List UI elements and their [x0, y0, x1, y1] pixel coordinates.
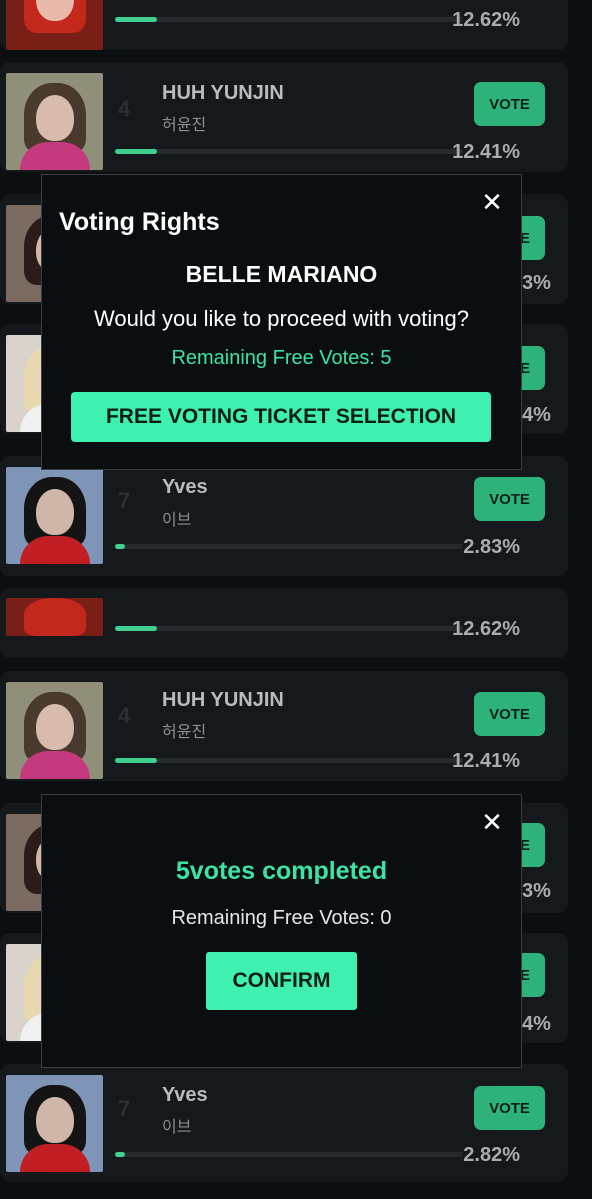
- candidate-korean-name: 허윤진: [162, 117, 207, 134]
- free-voting-ticket-button[interactable]: FREE VOTING TICKET SELECTION: [71, 392, 491, 442]
- rank-number: 7: [118, 1096, 131, 1121]
- progress-bar: [115, 1152, 463, 1157]
- vote-button[interactable]: E: [520, 953, 545, 997]
- vote-percentage: 12.41%: [452, 141, 520, 163]
- progress-bar: [115, 17, 463, 22]
- close-icon[interactable]: ✕: [481, 809, 503, 835]
- vote-complete-dialog: ✕ 5votes completed Remaining Free Votes:…: [41, 794, 522, 1068]
- progress-bar: [115, 544, 463, 549]
- ranking-card: 12.62%: [0, 0, 568, 50]
- progress-fill: [115, 17, 157, 22]
- rank-number: 4: [118, 703, 131, 728]
- rank-number: 7: [118, 488, 131, 513]
- vote-button[interactable]: VOTE: [474, 1086, 545, 1130]
- candidate-photo: [6, 598, 103, 636]
- progress-fill: [115, 626, 157, 631]
- ranking-card: 4 HUH YUNJIN 허윤진 VOTE 12.41%: [0, 671, 568, 781]
- candidate-name: BELLE MARIANO: [185, 261, 378, 287]
- vote-percentage: 12.62%: [452, 9, 520, 31]
- vote-percentage: 3%: [522, 272, 551, 294]
- candidate-name: Yves: [162, 476, 208, 498]
- vote-percentage: 2.82%: [463, 1144, 520, 1166]
- progress-bar: [115, 149, 463, 154]
- progress-bar: [115, 626, 463, 631]
- candidate-photo: [6, 1075, 103, 1172]
- dialog-title: 5votes completed: [175, 857, 388, 885]
- ranking-card: 7 Yves 이브 VOTE 2.82%: [0, 1064, 568, 1182]
- candidate-korean-name: 허윤진: [162, 724, 207, 741]
- vote-percentage: 12.62%: [452, 618, 520, 640]
- progress-fill: [115, 149, 157, 154]
- confirm-button[interactable]: CONFIRM: [206, 952, 357, 1010]
- candidate-name: Yves: [162, 1084, 208, 1106]
- vote-button[interactable]: E: [520, 216, 545, 260]
- vote-percentage: 12.41%: [452, 750, 520, 772]
- ranking-card: 7 Yves 이브 VOTE 2.83%: [0, 456, 568, 576]
- ranking-card: 12.62%: [0, 588, 568, 658]
- rank-number: 4: [118, 96, 131, 121]
- voting-rights-dialog: ✕ Voting Rights BELLE MARIANO Would you …: [41, 174, 522, 470]
- candidate-photo: [6, 0, 103, 50]
- vote-percentage: 3%: [522, 880, 551, 902]
- candidate-photo: [6, 682, 103, 779]
- vote-button[interactable]: VOTE: [474, 82, 545, 126]
- progress-fill: [115, 544, 125, 549]
- confirmation-question: Would you like to proceed with voting?: [93, 306, 470, 331]
- dialog-title: Voting Rights: [59, 208, 220, 236]
- vote-button[interactable]: VOTE: [474, 692, 545, 736]
- candidate-name: HUH YUNJIN: [162, 82, 284, 104]
- candidate-photo: [6, 467, 103, 564]
- progress-fill: [115, 758, 157, 763]
- vote-button[interactable]: E: [520, 823, 545, 867]
- remaining-votes: Remaining Free Votes: 5: [171, 347, 392, 369]
- close-icon[interactable]: ✕: [481, 189, 503, 215]
- vote-button[interactable]: E: [520, 346, 545, 390]
- ranking-card: 4 HUH YUNJIN 허윤진 VOTE 12.41%: [0, 62, 568, 172]
- progress-bar: [115, 758, 463, 763]
- vote-percentage: 4%: [522, 404, 551, 426]
- candidate-photo: [6, 73, 103, 170]
- vote-percentage: 4%: [522, 1013, 551, 1035]
- candidate-name: HUH YUNJIN: [162, 689, 284, 711]
- progress-fill: [115, 1152, 125, 1157]
- remaining-votes: Remaining Free Votes: 0: [171, 907, 392, 929]
- vote-percentage: 2.83%: [463, 536, 520, 558]
- vote-button[interactable]: VOTE: [474, 477, 545, 521]
- candidate-korean-name: 이브: [162, 512, 192, 529]
- candidate-korean-name: 이브: [162, 1119, 192, 1136]
